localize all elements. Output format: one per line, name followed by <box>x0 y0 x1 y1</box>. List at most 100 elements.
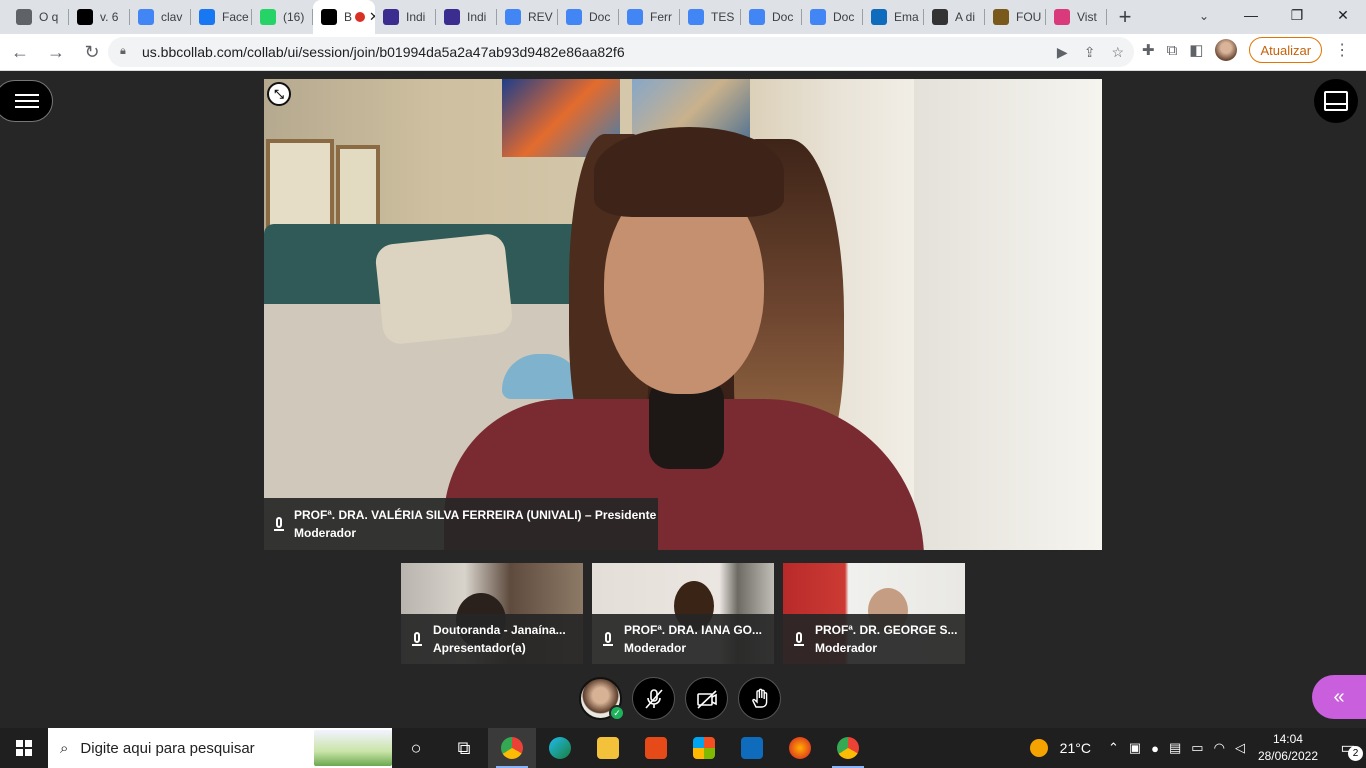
new-tab-button[interactable]: + <box>1107 0 1143 34</box>
browser-tab[interactable]: B ✕ <box>313 0 375 34</box>
document-icon <box>383 9 399 25</box>
session-menu-button[interactable] <box>0 80 53 122</box>
display-icon[interactable]: ▤ <box>1169 740 1181 756</box>
tab-search-chevron-icon[interactable]: ⌄ <box>1190 4 1218 28</box>
browser-tab[interactable]: Doc <box>741 0 802 34</box>
browser-tab[interactable]: Ema <box>863 0 924 34</box>
battery-icon[interactable]: ▭ <box>1191 740 1203 756</box>
taskbar-store-icon[interactable] <box>680 728 728 768</box>
back-button[interactable]: ← <box>4 36 36 68</box>
notification-center-button[interactable]: ▭ 2 <box>1330 728 1366 768</box>
camera-toggle-button[interactable] <box>685 677 728 720</box>
weather-sun-icon[interactable] <box>1029 739 1048 757</box>
browser-tab[interactable]: clav <box>130 0 191 34</box>
profile-avatar[interactable] <box>1215 39 1238 61</box>
search-icon: ⌕ <box>60 739 69 757</box>
weather-temperature[interactable]: 21°C <box>1060 740 1091 756</box>
pillow <box>374 232 514 346</box>
participant-video[interactable]: PROFª. DRA. IANA GO... Moderador <box>592 563 774 664</box>
google-docs-icon <box>505 9 521 25</box>
browser-tab[interactable]: Ferr <box>619 0 680 34</box>
microphone-icon <box>602 632 614 646</box>
pkp-icon <box>77 9 93 25</box>
browser-tab[interactable]: v. 6 <box>69 0 130 34</box>
browser-tab[interactable]: A di <box>924 0 985 34</box>
minimize-button[interactable]: — <box>1228 0 1274 30</box>
browser-tab[interactable]: Indi <box>375 0 436 34</box>
double-chevron-left-icon: « <box>1333 685 1345 708</box>
browser-tab[interactable]: Indi <box>436 0 497 34</box>
document-icon <box>444 9 460 25</box>
participant-name-bar: PROFª. DRA. IANA GO... Moderador <box>592 614 774 664</box>
pin-video-icon[interactable]: ⤡ <box>267 82 291 106</box>
taskbar-chrome-icon[interactable] <box>488 728 536 768</box>
share-icon[interactable]: ⇪ <box>1084 44 1096 61</box>
browser-tab[interactable]: Face <box>191 0 252 34</box>
url-text[interactable]: us.bbcollab.com/collab/ui/session/join/b… <box>142 44 625 60</box>
browser-tab[interactable]: Doc <box>558 0 619 34</box>
google-docs-icon <box>566 9 582 25</box>
tab-label: clav <box>161 10 183 24</box>
restore-button[interactable]: ❐ <box>1274 0 1320 30</box>
layout-grid-icon <box>1324 91 1348 111</box>
hand-icon <box>751 688 767 708</box>
browser-tab[interactable]: O q <box>8 0 69 34</box>
toolbar-right: ✚ ⧉ ◧ Atualizar ⋮ <box>1142 37 1350 63</box>
presenter-video[interactable]: ⤡ PROFª. DRA. VALÉRIA SILVA FERREIRA (UN… <box>264 79 1102 550</box>
microphone-tray-icon[interactable]: ● <box>1151 741 1159 756</box>
wifi-icon[interactable]: ◠ <box>1214 740 1225 756</box>
bookmark-star-icon[interactable]: ☆ <box>1111 44 1124 61</box>
system-tray: 21°C ⌃ ▣ ● ▤ ▭ ◠ ◁ 14:04 28/06/2022 ▭ 2 <box>1029 728 1366 768</box>
open-panel-button[interactable]: « <box>1312 675 1366 719</box>
browser-tab[interactable]: REV <box>497 0 558 34</box>
microphone-toggle-button[interactable] <box>632 677 675 720</box>
window-controls: — ❐ ✕ <box>1228 0 1366 30</box>
volume-icon[interactable]: ◁ <box>1235 740 1245 756</box>
side-panel-icon[interactable]: ◧ <box>1189 41 1203 59</box>
menu-kebab-icon[interactable]: ⋮ <box>1334 40 1350 60</box>
tab-label: Doc <box>772 10 794 24</box>
taskbar-edge-icon[interactable] <box>536 728 584 768</box>
windows-taskbar: ⌕ Digite aqui para pesquisar ○ ⧉ 21°C ⌃ … <box>0 728 1366 768</box>
raise-hand-button[interactable] <box>738 677 781 720</box>
google-docs-icon <box>810 9 826 25</box>
window-background <box>914 79 1102 550</box>
browser-tab[interactable]: (16) <box>252 0 313 34</box>
my-status-avatar-button[interactable]: ✓ <box>579 677 625 721</box>
taskbar-mail-icon[interactable] <box>728 728 776 768</box>
browser-tab[interactable]: TES <box>680 0 741 34</box>
update-button[interactable]: Atualizar <box>1249 37 1323 63</box>
clock[interactable]: 14:04 28/06/2022 <box>1258 731 1318 765</box>
cast-icon[interactable]: ⧉ <box>1167 42 1178 59</box>
close-window-button[interactable]: ✕ <box>1320 0 1366 30</box>
taskbar-search-box[interactable]: ⌕ Digite aqui para pesquisar <box>48 728 392 768</box>
camera-icon[interactable]: ▶ <box>1057 44 1068 61</box>
browser-tab[interactable]: Doc <box>802 0 863 34</box>
task-view-icon[interactable]: ⧉ <box>440 728 488 768</box>
tab-label: (16) <box>283 10 305 24</box>
meet-now-icon[interactable]: ▣ <box>1129 740 1141 756</box>
browser-tab[interactable]: Vist <box>1046 0 1107 34</box>
taskbar-office-icon[interactable] <box>632 728 680 768</box>
taskbar-firefox-icon[interactable] <box>776 728 824 768</box>
tab-list: O q v. 6 clav Face (16) B ✕ Indi Indi REV Doc Ferr T… <box>0 0 1143 34</box>
participant-video[interactable]: Doutoranda - Janaína... Apresentador(a) <box>401 563 583 664</box>
forward-button[interactable]: → <box>40 36 72 68</box>
tab-label: FOU <box>1016 10 1042 24</box>
browser-tab[interactable]: FOU <box>985 0 1046 34</box>
address-bar[interactable]: 🔒︎ us.bbcollab.com/collab/ui/session/joi… <box>108 37 1134 67</box>
google-docs-icon <box>627 9 643 25</box>
reload-button[interactable]: ↻ <box>76 36 108 68</box>
layout-toggle-button[interactable] <box>1314 79 1358 123</box>
chevron-up-icon[interactable]: ⌃ <box>1108 740 1119 756</box>
recording-icon <box>355 12 366 22</box>
lock-icon[interactable]: 🔒︎ <box>120 45 132 59</box>
taskbar-file-explorer-icon[interactable] <box>584 728 632 768</box>
participant-video[interactable]: PROFª. DR. GEORGE S... Moderador <box>783 563 965 664</box>
tab-label: Indi <box>406 10 426 24</box>
extensions-icon[interactable]: ✚ <box>1142 41 1155 59</box>
taskbar-chrome-profile-icon[interactable] <box>824 728 872 768</box>
collaborate-session: ⤡ PROFª. DRA. VALÉRIA SILVA FERREIRA (UN… <box>0 71 1366 728</box>
cortana-icon[interactable]: ○ <box>392 728 440 768</box>
start-button[interactable] <box>0 728 48 768</box>
